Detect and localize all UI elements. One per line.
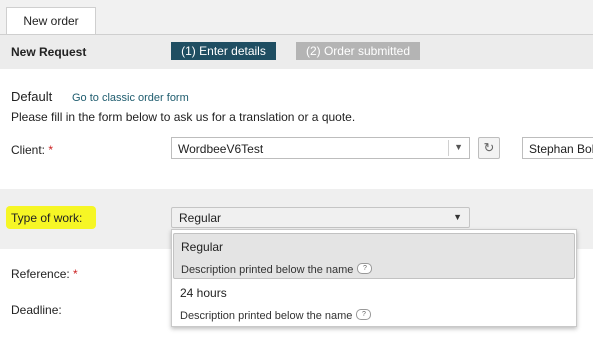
- client-value: WordbeeV6Test: [178, 142, 264, 156]
- type-of-work-label: Type of work:: [11, 211, 83, 225]
- option-description-text: Description printed below the name: [181, 264, 354, 276]
- client-label: Client: *: [11, 143, 53, 157]
- type-of-work-value: Regular: [179, 211, 222, 225]
- client-select[interactable]: WordbeeV6Test ▼: [171, 137, 470, 159]
- reference-label: Reference: *: [11, 267, 78, 281]
- request-title: New Request: [11, 45, 87, 59]
- dropdown-option-24-hours[interactable]: 24 hours Description printed below the n…: [173, 280, 575, 326]
- option-description-text: Description printed below the name: [180, 310, 353, 322]
- refresh-button[interactable]: ↻: [478, 137, 500, 159]
- help-bubble-icon[interactable]: ?: [357, 263, 373, 274]
- refresh-icon: ↻: [483, 140, 495, 155]
- dropdown-option-regular[interactable]: Regular Description printed below the na…: [173, 233, 575, 279]
- triangle-down-icon: ▼: [454, 142, 463, 152]
- tab-new-order[interactable]: New order: [6, 7, 96, 34]
- type-of-work-dropdown: Regular Description printed below the na…: [171, 229, 577, 327]
- required-mark: *: [73, 267, 78, 281]
- form-heading: Default: [11, 89, 53, 104]
- deadline-label: Deadline:: [11, 303, 62, 317]
- option-name: Regular: [181, 240, 224, 254]
- classic-order-form-link[interactable]: Go to classic order form: [72, 92, 189, 104]
- user-value: Stephan Bol: [529, 142, 593, 156]
- option-description: Description printed below the name?: [181, 263, 373, 276]
- reference-label-text: Reference:: [11, 267, 70, 281]
- tab-bar: New order: [0, 0, 593, 35]
- triangle-down-icon: ▼: [453, 212, 462, 222]
- user-field[interactable]: Stephan Bol: [522, 137, 593, 159]
- form-instructions: Please fill in the form below to ask us …: [11, 110, 356, 124]
- type-of-work-select[interactable]: Regular ▼: [171, 207, 470, 228]
- option-description: Description printed below the name?: [180, 309, 372, 322]
- help-bubble-icon[interactable]: ?: [356, 309, 372, 320]
- client-label-text: Client:: [11, 143, 46, 157]
- step-order-submitted: (2) Order submitted: [296, 42, 420, 60]
- option-name: 24 hours: [180, 286, 227, 300]
- select-divider: [448, 140, 449, 156]
- required-mark: *: [48, 143, 54, 157]
- step-enter-details: (1) Enter details: [171, 42, 276, 60]
